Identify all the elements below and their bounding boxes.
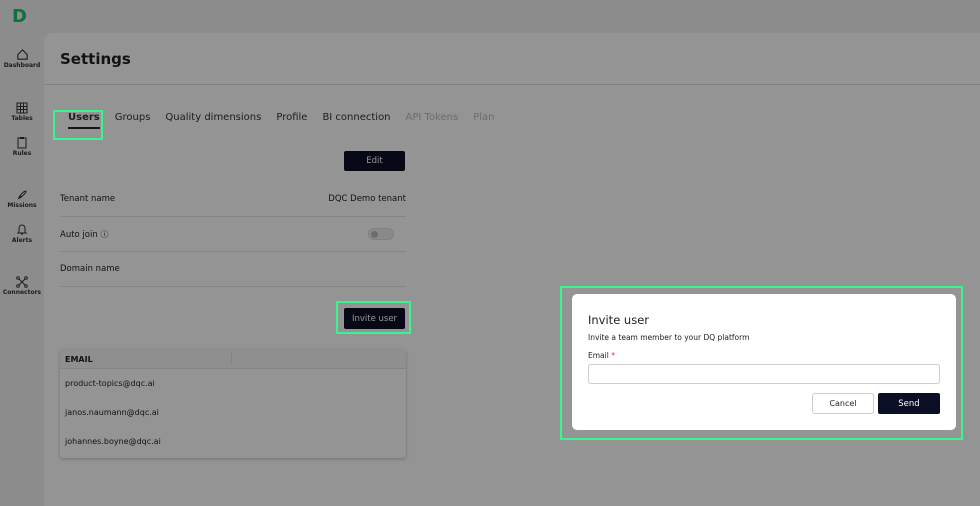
send-button[interactable]: Send: [878, 393, 940, 414]
highlight-invite-button: [336, 301, 411, 334]
highlight-users-tab: [53, 110, 103, 140]
dialog-title: Invite user: [588, 313, 650, 327]
cancel-button[interactable]: Cancel: [812, 393, 874, 414]
invite-user-dialog: Invite user Invite a team member to your…: [572, 294, 956, 430]
email-label-text: Email: [588, 351, 609, 360]
dialog-subtitle: Invite a team member to your DQ platform: [588, 333, 750, 342]
required-marker: *: [611, 351, 615, 360]
email-label: Email *: [588, 351, 940, 360]
email-input[interactable]: [588, 364, 940, 384]
